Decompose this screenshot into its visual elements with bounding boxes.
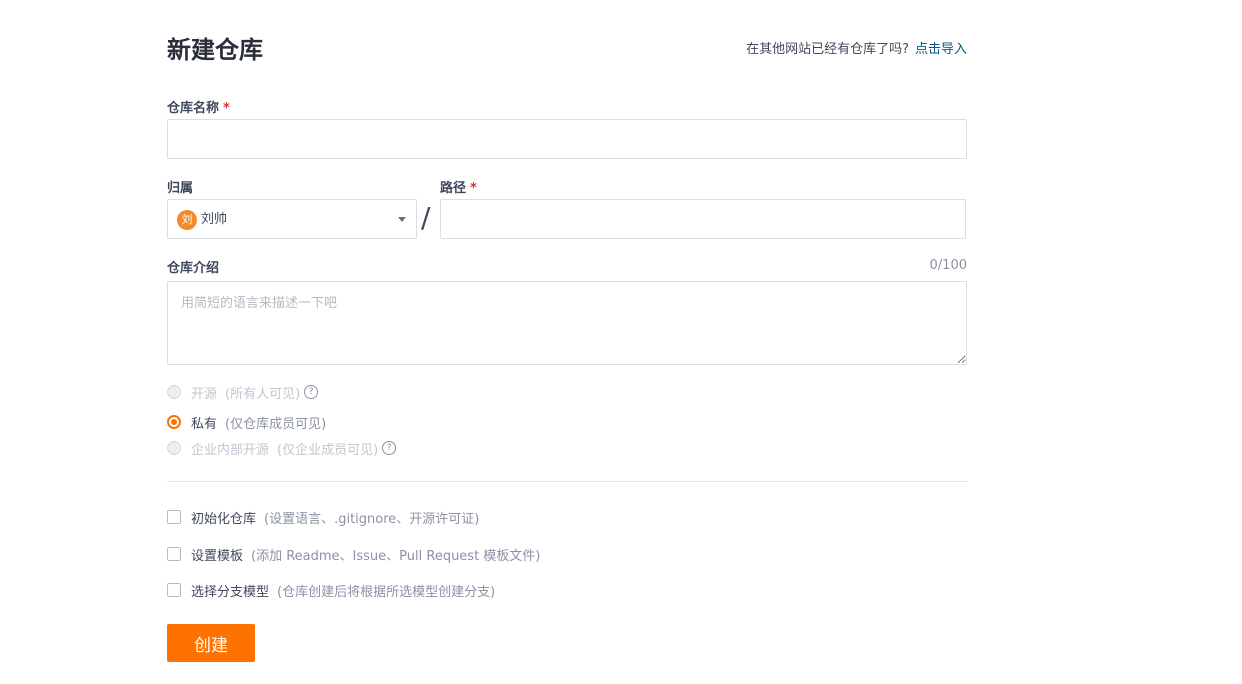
repo-name-label: 仓库名称 * bbox=[167, 97, 230, 116]
owner-select[interactable]: 刘 刘帅 bbox=[167, 199, 417, 239]
owner-label: 归属 bbox=[167, 181, 194, 196]
help-icon[interactable]: ? bbox=[304, 385, 319, 399]
visibility-private-label: 私有 bbox=[191, 416, 218, 432]
required-mark: * bbox=[470, 181, 477, 196]
init-repo-label: 初始化仓库 bbox=[191, 511, 257, 527]
import-tip-text: 在其他网站已经有仓库了吗? bbox=[746, 42, 909, 57]
repo-name-label-text: 仓库名称 bbox=[167, 101, 220, 116]
visibility-enterprise-label: 企业内部开源 bbox=[191, 442, 270, 458]
checkbox-branch-model[interactable] bbox=[167, 583, 181, 597]
description-counter: 0/100 bbox=[929, 258, 967, 273]
path-input[interactable] bbox=[440, 199, 966, 239]
import-tip: 在其他网站已经有仓库了吗? 点击导入 bbox=[746, 38, 967, 57]
option-branch-model[interactable]: 选择分支模型 (仓库创建后将根据所选模型创建分支) bbox=[167, 580, 495, 600]
visibility-option-private[interactable]: 私有 (仅仓库成员可见) bbox=[167, 412, 326, 432]
visibility-option-enterprise[interactable]: 企业内部开源 (仅企业成员可见) ? bbox=[167, 438, 397, 458]
path-label-text: 路径 bbox=[440, 181, 467, 196]
init-repo-hint: (设置语言、.gitignore、开源许可证) bbox=[264, 511, 480, 527]
visibility-public-label: 开源 bbox=[191, 386, 218, 402]
template-label: 设置模板 bbox=[191, 548, 244, 564]
option-init-repo[interactable]: 初始化仓库 (设置语言、.gitignore、开源许可证) bbox=[167, 507, 479, 527]
required-mark: * bbox=[223, 101, 230, 116]
divider bbox=[167, 481, 967, 482]
visibility-public-hint: (所有人可见) bbox=[225, 386, 301, 402]
option-template[interactable]: 设置模板 (添加 Readme、Issue、Pull Request 模板文件) bbox=[167, 544, 540, 564]
visibility-option-public[interactable]: 开源 (所有人可见) ? bbox=[167, 382, 319, 402]
branch-model-hint: (仓库创建后将根据所选模型创建分支) bbox=[277, 584, 496, 600]
radio-private[interactable] bbox=[167, 415, 181, 429]
owner-name: 刘帅 bbox=[201, 212, 228, 227]
radio-enterprise[interactable] bbox=[167, 441, 181, 455]
visibility-private-hint: (仅仓库成员可见) bbox=[225, 416, 327, 432]
new-repo-form: 新建仓库 在其他网站已经有仓库了吗? 点击导入 仓库名称 * 归属 刘 刘帅 / 路… bbox=[167, 0, 967, 684]
create-button[interactable]: 创建 bbox=[167, 624, 255, 662]
checkbox-init-repo[interactable] bbox=[167, 510, 181, 524]
description-textarea[interactable] bbox=[167, 281, 967, 365]
description-label: 仓库介绍 bbox=[167, 261, 220, 276]
import-link[interactable]: 点击导入 bbox=[915, 42, 967, 57]
radio-public[interactable] bbox=[167, 385, 181, 399]
avatar: 刘 bbox=[177, 210, 197, 230]
path-label: 路径 * bbox=[440, 177, 477, 196]
chevron-down-icon bbox=[398, 217, 406, 222]
template-hint: (添加 Readme、Issue、Pull Request 模板文件) bbox=[251, 548, 541, 564]
checkbox-template[interactable] bbox=[167, 547, 181, 561]
page-title: 新建仓库 bbox=[167, 36, 263, 64]
path-separator: / bbox=[421, 201, 431, 234]
visibility-enterprise-hint: (仅企业成员可见) bbox=[277, 442, 379, 458]
branch-model-label: 选择分支模型 bbox=[191, 584, 270, 600]
repo-name-input[interactable] bbox=[167, 119, 967, 159]
help-icon[interactable]: ? bbox=[382, 441, 397, 455]
